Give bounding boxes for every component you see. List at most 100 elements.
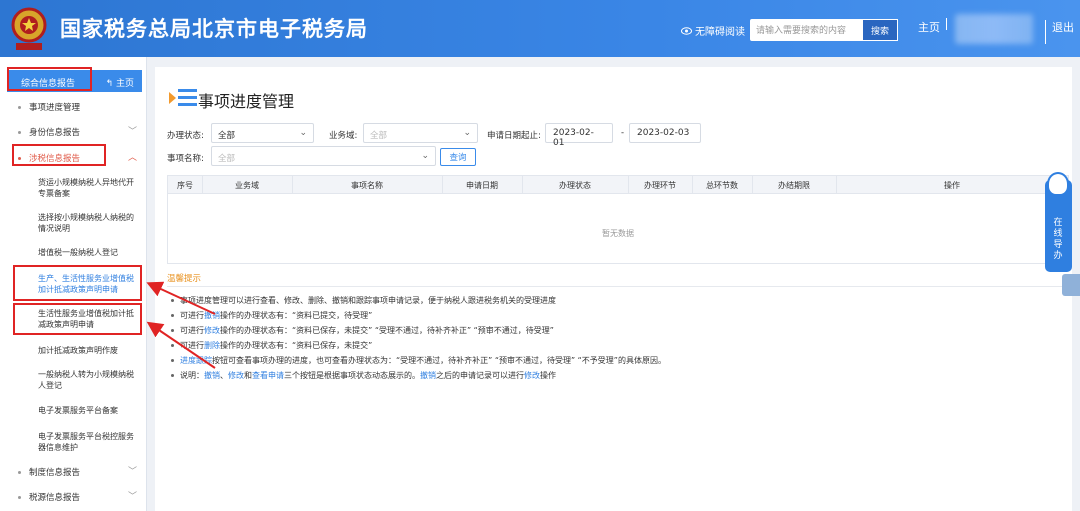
tip-text: 操作的办理状态有：“资料已保存，未提交” “受理不通过，待补齐补正” “预审不通…: [220, 326, 554, 335]
tips-title: 温馨提示: [167, 274, 202, 284]
sub-item[interactable]: 加计抵减政策声明作废: [38, 345, 140, 356]
bullet-icon: [171, 314, 174, 317]
tip-text: 之后的申请记录可以进行: [436, 371, 524, 380]
tip-text: 、: [220, 371, 228, 380]
domain-value: 全部: [370, 131, 388, 141]
sidebar: 综合信息报告 ↰ 主页 事项进度管理 身份信息报告 ﹀ 涉税信息报告 ︿ 货运小…: [0, 57, 147, 511]
tip-highlight: 进度跟踪: [180, 356, 212, 365]
search-input[interactable]: [750, 19, 863, 41]
date-dash: -: [621, 128, 625, 138]
tip-line: 可进行撤销操作的办理状态有：“资料已提交，待受理”: [171, 310, 372, 321]
tip-highlight: 修改: [204, 326, 220, 335]
search-button[interactable]: 搜索: [862, 19, 898, 41]
online-guide-button[interactable]: 在线导办: [1045, 172, 1072, 272]
sub-item[interactable]: 增值税一般纳税人登记: [38, 247, 140, 258]
sidebar-item-source[interactable]: 税源信息报告: [18, 491, 80, 503]
date-label: 申请日期起止:: [487, 131, 541, 141]
bullet-icon: [18, 495, 21, 499]
back-arrow-icon: ↰: [105, 79, 114, 89]
tip-line: 说明：撤销、修改和查看申请三个按钮是根据事项状态动态展示的。撤销之后的申请记录可…: [171, 370, 556, 381]
tip-text: 操作的办理状态有：“资料已保存，未提交”: [220, 341, 373, 350]
logout-link[interactable]: 退出: [1052, 19, 1074, 35]
column-header: 事项名称: [351, 181, 383, 190]
bullet-icon: [18, 470, 21, 474]
sidebar-item-label: 税源信息报告: [29, 493, 81, 503]
highlight-box: [7, 67, 92, 91]
chevron-down-icon[interactable]: ﹀: [128, 124, 137, 137]
bullet-icon: [171, 344, 174, 347]
bullet-icon: [18, 105, 21, 109]
divider: [1045, 20, 1046, 44]
bullet-icon: [18, 130, 21, 134]
tip-text: 事项进度管理可以进行查看、修改、删除、撤销和跟踪事项申请记录，便于纳税人跟进税务…: [180, 296, 556, 305]
domain-label: 业务域:: [329, 131, 358, 141]
sidebar-item-label: 事项进度管理: [29, 103, 81, 113]
sub-item[interactable]: 电子发票服务平台备案: [38, 405, 140, 416]
tip-text: 操作的办理状态有：“资料已提交，待受理”: [220, 311, 373, 320]
tip-highlight: 修改: [228, 371, 244, 380]
date-to-input[interactable]: 2023-02-03: [629, 123, 701, 143]
tax-emblem-icon: [11, 7, 47, 50]
chevron-down-icon: ⌄: [463, 128, 471, 138]
column-header: 总环节数: [706, 181, 738, 190]
sidebar-item-identity[interactable]: 身份信息报告: [18, 126, 80, 138]
chevron-down-icon[interactable]: ﹀: [128, 489, 137, 502]
sub-item[interactable]: 一般纳税人转为小规模纳税人登记: [38, 369, 140, 391]
top-header: 国家税务总局北京市电子税务局 无障碍阅读 搜索 主页 退出: [0, 0, 1080, 57]
header-home-link[interactable]: 主页: [918, 19, 940, 35]
tip-text: 可进行: [180, 341, 204, 350]
column-header: 序号: [177, 181, 193, 190]
sidebar-home-link[interactable]: ↰ 主页: [106, 76, 134, 89]
list-icon: [169, 89, 197, 106]
site-title: 国家税务总局北京市电子税务局: [60, 17, 368, 41]
bullet-icon: [171, 329, 174, 332]
tip-text: 和: [244, 371, 252, 380]
username-blurred[interactable]: [955, 14, 1033, 44]
sidebar-item-label: 制度信息报告: [29, 468, 81, 478]
status-label: 办理状态:: [167, 131, 204, 141]
tip-line: 可进行修改操作的办理状态有：“资料已保存，未提交” “受理不通过，待补齐补正” …: [171, 325, 554, 336]
chevron-up-icon[interactable]: ︿: [128, 150, 137, 163]
column-header: 操作: [944, 181, 960, 190]
results-table: 序号 业务域 事项名称 申请日期 办理状态 办理环节 总环节数 办结期限 操作 …: [167, 175, 1069, 264]
name-label: 事项名称:: [167, 154, 204, 164]
query-button[interactable]: 查询: [440, 148, 476, 166]
domain-select[interactable]: 全部 ⌄: [363, 123, 478, 143]
divider: [167, 286, 1072, 287]
sub-item[interactable]: 选择按小规模纳税人纳税的情况说明: [38, 212, 140, 234]
main-panel: 事项进度管理 办理状态: 全部 ⌄ 业务域: 全部 ⌄ 申请日期起止: 2023-0…: [155, 67, 1072, 511]
online-guide-label: 在线导办: [1053, 218, 1063, 261]
sidebar-item-progress[interactable]: 事项进度管理: [18, 101, 80, 113]
column-header: 申请日期: [466, 181, 498, 190]
chevron-down-icon[interactable]: ﹀: [128, 464, 137, 477]
column-header: 办理环节: [644, 181, 676, 190]
empty-state: 暂无数据: [602, 229, 634, 238]
name-value: 全部: [218, 154, 236, 164]
tip-line: 进度跟踪按钮可查看事项办理的进度，也可查看办理状态为：“受理不通过，待补齐补正”…: [171, 355, 666, 366]
tip-line: 事项进度管理可以进行查看、修改、删除、撤销和跟踪事项申请记录，便于纳税人跟进税务…: [171, 295, 556, 306]
chevron-down-icon: ⌄: [421, 151, 429, 161]
highlight-box: [13, 265, 142, 301]
eye-icon: [681, 26, 692, 35]
highlight-box: [12, 144, 106, 166]
sub-item[interactable]: 货运小规模纳税人异地代开专票备案: [38, 177, 140, 199]
divider: [946, 18, 947, 30]
accessibility-link[interactable]: 无障碍阅读: [681, 23, 745, 38]
sidebar-item-system[interactable]: 制度信息报告: [18, 466, 80, 478]
column-header: 办结期限: [778, 181, 810, 190]
status-select[interactable]: 全部 ⌄: [211, 123, 314, 143]
name-select[interactable]: 全部 ⌄: [211, 146, 436, 166]
tip-text: 按钮可查看事项办理的进度，也可查看办理状态为：“受理不通过，待补齐补正” “预审…: [212, 356, 666, 365]
tip-highlight: 删除: [204, 341, 220, 350]
date-from-input[interactable]: 2023-02-01: [545, 123, 613, 148]
tip-highlight: 修改: [524, 371, 540, 380]
tip-highlight: 撤销: [204, 371, 220, 380]
tip-text: 可进行: [180, 326, 204, 335]
sub-item[interactable]: 电子发票服务平台税控服务器信息维护: [38, 431, 140, 453]
tip-text: 可进行: [180, 311, 204, 320]
tip-text: 三个按钮是根据事项状态动态展示的。: [284, 371, 420, 380]
column-header: 业务域: [235, 181, 259, 190]
user-icon[interactable]: [1062, 274, 1080, 296]
tip-highlight: 查看申请: [252, 371, 284, 380]
accessibility-label: 无障碍阅读: [695, 27, 745, 38]
